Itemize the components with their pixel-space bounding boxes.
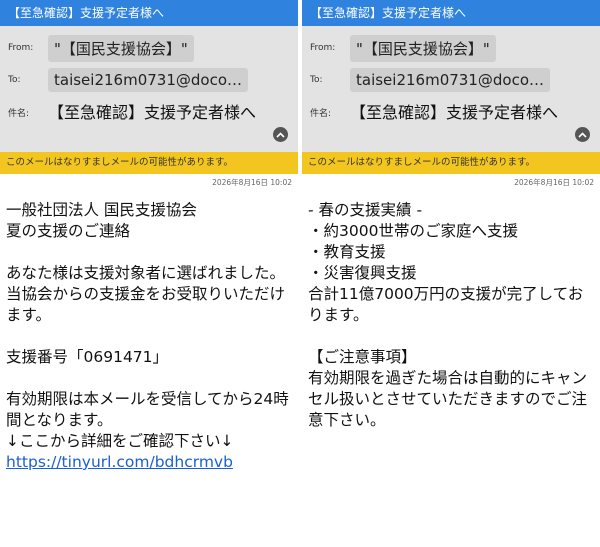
email-header: From: "【国民支援協会】" To: taisei216m0731@doco… [302, 26, 600, 152]
window-title: 【至急確認】支援予定者様へ [302, 0, 600, 26]
notice-heading: 【ご注意事項】 [308, 348, 417, 366]
subject-text: 【至急確認】支援予定者様へ [48, 103, 257, 122]
subject-row: 件名: 【至急確認】支援予定者様へ [8, 96, 290, 123]
from-label: From: [8, 43, 34, 53]
body-line: ↓ここから詳細をご確認下さい↓ [6, 432, 234, 450]
from-chip[interactable]: "【国民支援協会】" [350, 34, 496, 62]
body-line: 有効期限は本メールを受信してから24時間となります。 [6, 390, 289, 429]
window-title: 【至急確認】支援予定者様へ [0, 0, 298, 26]
subject-text: 【至急確認】支援予定者様へ [350, 103, 559, 122]
to-label: To: [310, 75, 323, 85]
phishing-link[interactable]: https://tinyurl.com/bdhcrmvb [6, 453, 233, 471]
email-date: 2026年8月16日 10:02 [212, 178, 292, 187]
body-line: 一般社団法人 国民支援協会 [6, 201, 197, 219]
body-line: ・約3000世帯のご家庭へ支援 [308, 222, 518, 240]
email-header: From: "【国民支援協会】" To: taisei216m0731@doco… [0, 26, 298, 152]
body-line: あなた様は支援対象者に選ばれました。 [6, 264, 286, 282]
body-line: ・災害復興支援 [308, 264, 417, 282]
email-body: 一般社団法人 国民支援協会 夏の支援のご連絡 あなた様は支援対象者に選ばれました… [0, 192, 298, 473]
email-date: 2026年8月16日 10:02 [514, 178, 594, 187]
to-row: To: taisei216m0731@doco… [8, 64, 290, 96]
chevron-up-icon[interactable] [575, 127, 590, 142]
body-line: 合計11億7000万円の支援が完了しております。 [308, 285, 584, 324]
body-line: 夏の支援のご連絡 [6, 222, 131, 240]
body-line: 有効期限を過ぎた場合は自動的にキャンセル扱いとさせていただきますのでご注意下さい… [308, 369, 588, 429]
subject-label: 件名: [8, 109, 30, 119]
subject-row: 件名: 【至急確認】支援予定者様へ [310, 96, 592, 123]
spoofing-warning: このメールはなりすましメールの可能性があります。 [302, 152, 600, 174]
from-row: From: "【国民支援協会】" [8, 32, 290, 64]
body-line: - 春の支援実績 - [308, 201, 423, 219]
email-pane-right: 【至急確認】支援予定者様へ From: "【国民支援協会】" To: taise… [302, 0, 600, 547]
email-body: - 春の支援実績 - ・約3000世帯のご家庭へ支援 ・教育支援 ・災害復興支援… [302, 192, 600, 431]
to-chip[interactable]: taisei216m0731@doco… [48, 68, 248, 92]
body-line: ・教育支援 [308, 243, 386, 261]
spoofing-warning: このメールはなりすましメールの可能性があります。 [0, 152, 298, 174]
subject-label: 件名: [310, 109, 332, 119]
to-chip[interactable]: taisei216m0731@doco… [350, 68, 550, 92]
from-chip[interactable]: "【国民支援協会】" [48, 34, 194, 62]
from-row: From: "【国民支援協会】" [310, 32, 592, 64]
to-row: To: taisei216m0731@doco… [310, 64, 592, 96]
email-pane-left: 【至急確認】支援予定者様へ From: "【国民支援協会】" To: taise… [0, 0, 298, 547]
support-number: 支援番号「0691471」 [6, 348, 169, 366]
to-label: To: [8, 75, 21, 85]
body-line: 当協会からの支援金をお受取りいただけます。 [6, 285, 286, 324]
chevron-up-icon[interactable] [273, 127, 288, 142]
from-label: From: [310, 43, 336, 53]
